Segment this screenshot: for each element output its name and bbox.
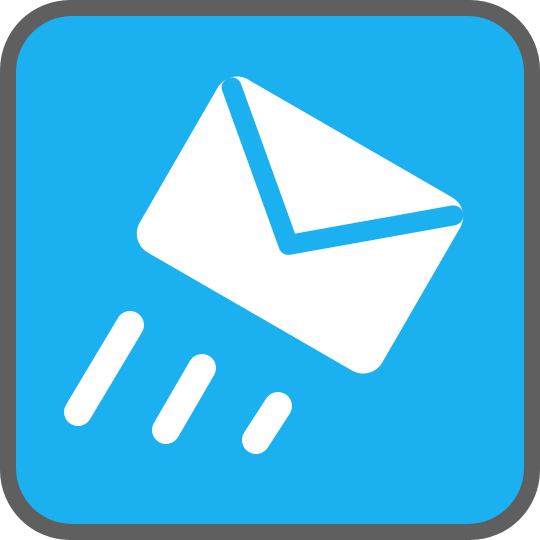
- send-mail-icon: [0, 0, 540, 540]
- send-mail-app-icon[interactable]: [0, 0, 540, 540]
